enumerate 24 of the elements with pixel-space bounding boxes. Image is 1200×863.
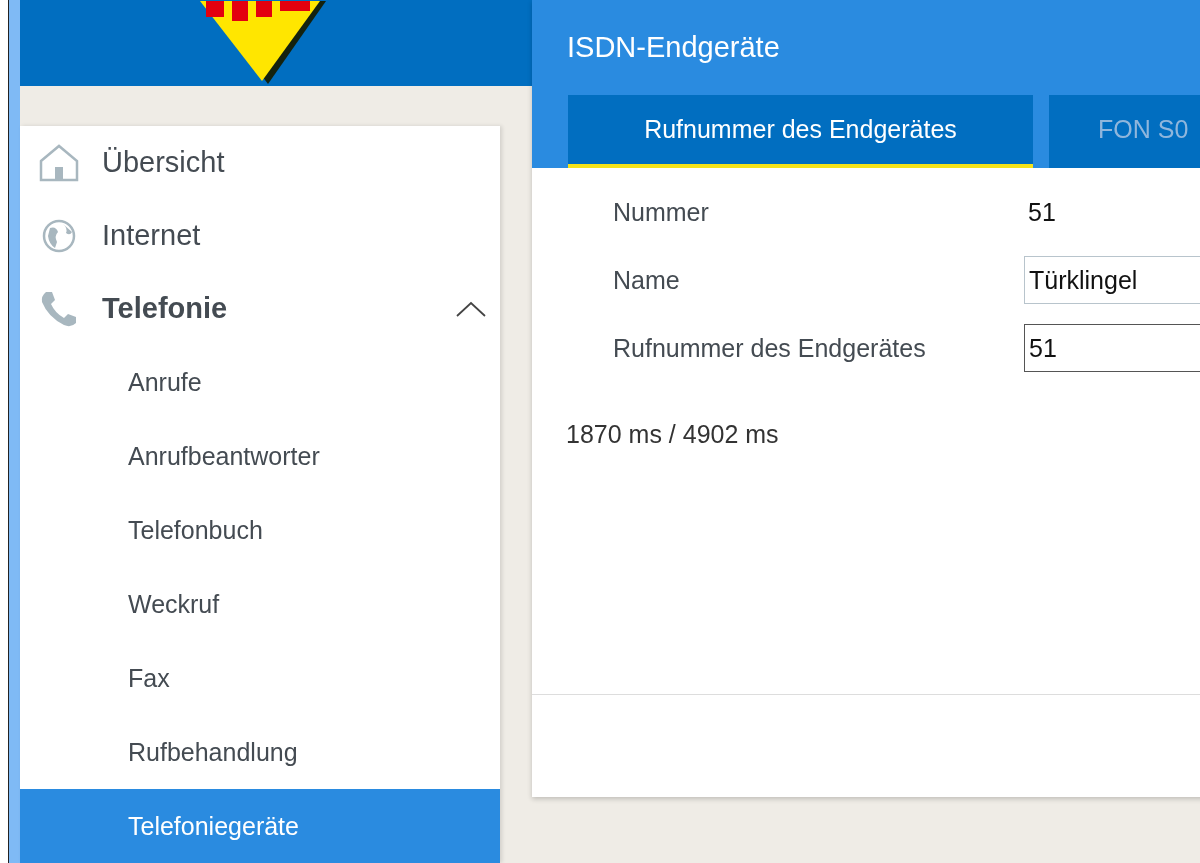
nav-item[interactable]: Übersicht [20, 126, 500, 199]
field-label: Rufnummer des Endgerätes [613, 333, 927, 363]
nav-label: Internet [102, 219, 202, 252]
nav-label: Telefonie [102, 292, 229, 325]
nav-label: Übersicht [102, 146, 226, 179]
nav-item[interactable]: Internet [20, 199, 500, 272]
nav-subitem[interactable]: Anrufe [20, 345, 500, 419]
nav-subitem[interactable]: Rufbehandlung [20, 715, 500, 789]
nav-subitem[interactable]: Telefonbuch [20, 493, 500, 567]
nav-item[interactable]: Telefonie [20, 272, 500, 345]
nav-subitem[interactable]: Telefoniegeräte [20, 789, 500, 863]
timing-text: 1870 ms / 4902 ms [566, 420, 780, 449]
home-icon [38, 142, 80, 183]
panel-title: ISDN-Endgeräte [566, 30, 781, 65]
nav-subitem[interactable]: Weckruf [20, 567, 500, 641]
chevron-icon [456, 300, 486, 317]
nav-subitem[interactable]: Fax [20, 641, 500, 715]
nav-subitem[interactable]: Anrufbeantworter [20, 419, 500, 493]
field-label: Name [613, 265, 681, 295]
field-value: 51 [1027, 197, 1056, 227]
input-field[interactable]: Türklingel [1024, 256, 1200, 304]
input-field[interactable]: 51 [1024, 324, 1200, 372]
tab[interactable]: Rufnummer des Endgerätes [568, 95, 1033, 168]
field-label: Nummer [613, 197, 710, 227]
